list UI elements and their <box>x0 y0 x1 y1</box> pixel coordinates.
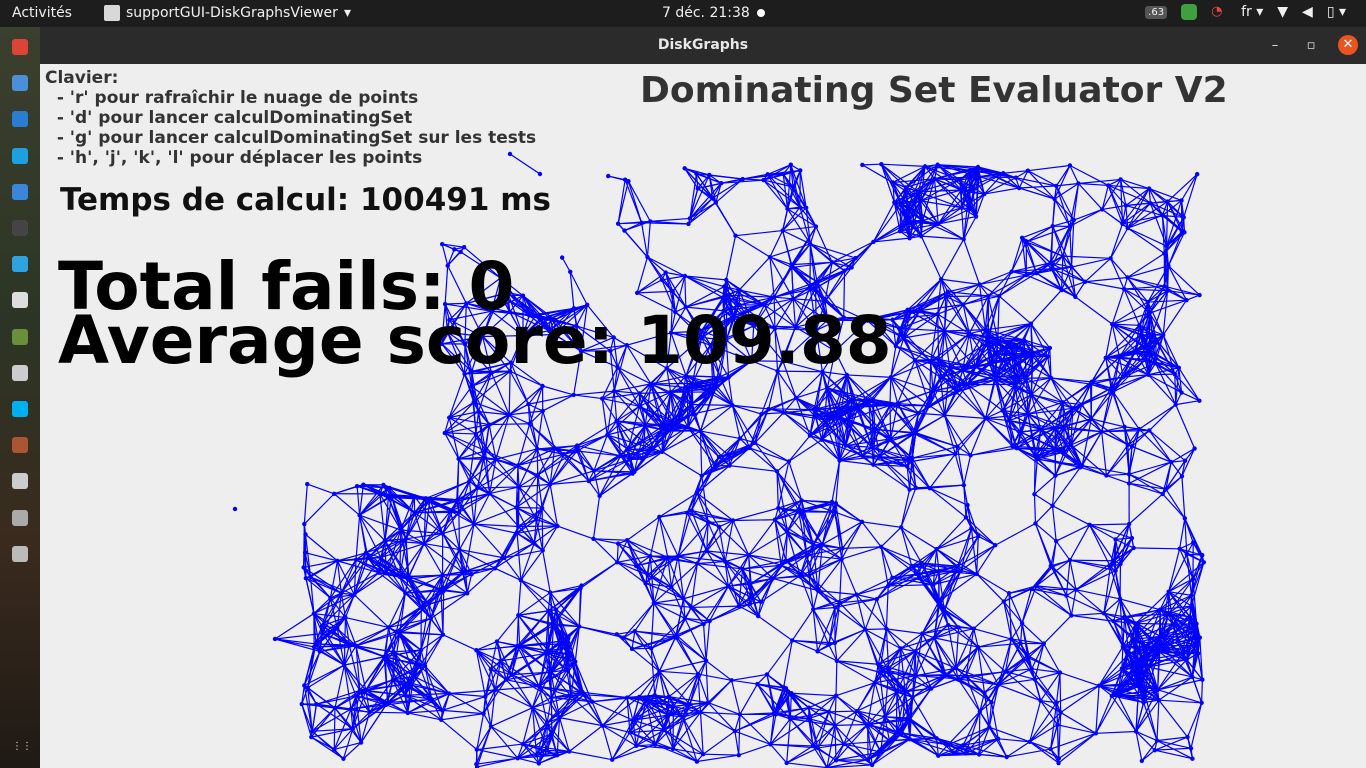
help-icon[interactable] <box>12 183 28 200</box>
top-bar: Activités supportGUI-DiskGraphsViewer ▾ … <box>0 0 1366 27</box>
battery-icon[interactable]: ▯ ▾ <box>1327 4 1346 20</box>
language-label: fr <box>1241 4 1252 20</box>
eclipse-icon[interactable] <box>12 220 28 236</box>
app-title: Dominating Set Evaluator V2 <box>640 70 1228 111</box>
average-score: Average score: 109.88 <box>58 302 892 379</box>
notification-dot <box>757 9 765 17</box>
graph-canvas[interactable]: Clavier: - 'r' pour rafraîchir le nuage … <box>40 64 1366 768</box>
volume-icon[interactable]: ◀ <box>1302 4 1313 20</box>
gear-app-icon[interactable] <box>12 437 28 454</box>
window-title: DiskGraphs <box>657 37 749 53</box>
window-icon[interactable] <box>12 292 28 309</box>
telegram-icon[interactable] <box>12 256 28 273</box>
apps-grid-icon[interactable]: ⋮⋮ <box>12 741 32 757</box>
minecraft-icon[interactable] <box>12 328 28 345</box>
system-tray: .63 ◔ fr ▾ ▼ ◀ ▯ ▾ <box>1145 4 1346 20</box>
tray-badge[interactable]: .63 <box>1145 5 1168 19</box>
diskgraphs-icon[interactable] <box>12 473 28 490</box>
app-menu-label: supportGUI-DiskGraphsViewer <box>126 5 338 21</box>
disk-graph <box>232 151 1207 768</box>
minimize-icon[interactable]: – <box>1266 38 1284 53</box>
close-icon[interactable]: ✕ <box>1338 35 1358 55</box>
app-icon[interactable] <box>12 147 28 164</box>
drive-icon[interactable] <box>12 545 28 562</box>
dock: ⋮⋮ <box>0 27 40 768</box>
network-alert-icon[interactable]: ◔ <box>1211 4 1227 20</box>
github-icon[interactable] <box>12 364 28 381</box>
app-menu[interactable]: supportGUI-DiskGraphsViewer ▾ <box>104 5 351 21</box>
wifi-icon[interactable]: ▼ <box>1277 4 1288 20</box>
keyboard-help: Clavier: - 'r' pour rafraîchir le nuage … <box>45 68 537 168</box>
maximize-icon[interactable]: ▫ <box>1302 38 1320 53</box>
files-icon[interactable] <box>12 75 28 92</box>
skype-icon[interactable] <box>12 401 28 417</box>
activities-button[interactable]: Activités <box>12 5 72 21</box>
trash-icon[interactable] <box>12 509 28 526</box>
chevron-down-icon: ▾ <box>343 5 351 21</box>
compute-time: Temps de calcul: 100491 ms <box>60 182 551 218</box>
clock[interactable]: 7 déc. 21:38 <box>662 5 750 21</box>
vscode-icon[interactable] <box>12 111 28 128</box>
chrome-icon[interactable] <box>12 39 28 55</box>
language-selector[interactable]: fr ▾ <box>1241 4 1263 20</box>
app-menu-icon <box>104 5 120 21</box>
window-titlebar[interactable]: DiskGraphs – ▫ ✕ <box>40 27 1366 64</box>
shield-check-icon[interactable] <box>1181 4 1198 20</box>
